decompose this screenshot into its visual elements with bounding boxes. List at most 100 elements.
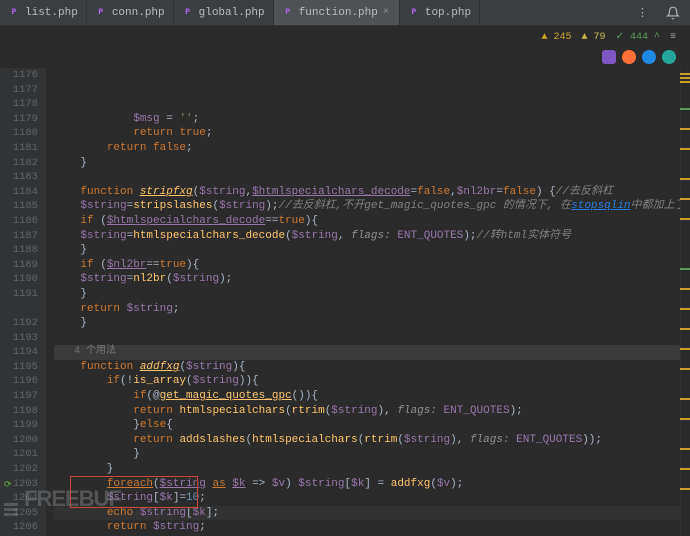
line-number[interactable]: 1186 (0, 214, 38, 229)
minimap-mark[interactable] (680, 398, 690, 400)
code-line[interactable]: return true; (54, 126, 680, 141)
minimap-mark[interactable] (680, 108, 690, 110)
code-line[interactable]: }else{ (54, 418, 680, 433)
minimap-mark[interactable] (680, 448, 690, 450)
warnings-badge[interactable]: ▲ 245 (542, 32, 572, 43)
minimap-mark[interactable] (680, 148, 690, 150)
tab-overflow-icon[interactable]: ⋮ (629, 0, 656, 25)
code-line[interactable]: $msg = ''; (54, 112, 680, 127)
minimap-mark[interactable] (680, 368, 690, 370)
code-line[interactable]: return htmlspecialchars(rtrim($string), … (54, 404, 680, 419)
minimap-mark[interactable] (680, 468, 690, 470)
minimap-mark[interactable] (680, 348, 690, 350)
code-line[interactable]: } (54, 243, 680, 258)
code-line[interactable]: return false; (54, 141, 680, 156)
line-number[interactable]: 1202 (0, 462, 38, 477)
line-number[interactable]: 1192 (0, 316, 38, 331)
minimap-mark[interactable] (680, 218, 690, 220)
weak-warnings-badge[interactable]: ▲ 79 (582, 32, 606, 43)
line-number[interactable]: 1201 (0, 447, 38, 462)
code-line[interactable]: function addfxg($string){ (54, 360, 680, 375)
minimap-mark[interactable] (680, 73, 690, 75)
code-line[interactable]: } (54, 462, 680, 477)
line-number[interactable]: 1185 (0, 199, 38, 214)
minimap-mark[interactable] (680, 178, 690, 180)
line-number[interactable]: 1199 (0, 418, 38, 433)
line-number[interactable]: 1184 (0, 185, 38, 200)
line-number[interactable]: 1188 (0, 243, 38, 258)
line-number[interactable]: 1183 (0, 170, 38, 185)
line-number[interactable]: 1197 (0, 389, 38, 404)
code-line[interactable]: return addslashes(htmlspecialchars(rtrim… (54, 433, 680, 448)
tab-function-php[interactable]: Pfunction.php× (274, 0, 400, 25)
code-line[interactable]: if ($nl2br==true){ (54, 258, 680, 273)
line-number[interactable]: 1195 (0, 360, 38, 375)
line-number[interactable]: 1177 (0, 83, 38, 98)
code-line[interactable]: if(!is_array($string)){ (54, 374, 680, 389)
minimap-mark[interactable] (680, 488, 690, 490)
line-number[interactable]: 1181 (0, 141, 38, 156)
line-number[interactable]: 1193 (0, 331, 38, 346)
line-number[interactable]: 1198 (0, 404, 38, 419)
code-line[interactable]: echo $string[$k]; (54, 506, 680, 521)
code-line[interactable]: } (54, 447, 680, 462)
notifications-icon[interactable] (656, 0, 690, 25)
code-line[interactable]: $string=stripslashes($string);//去反斜杠,不开g… (54, 199, 680, 214)
safari-icon[interactable] (642, 50, 656, 64)
line-number[interactable]: 1191 (0, 287, 38, 302)
line-number[interactable]: 1187 (0, 229, 38, 244)
minimap-mark[interactable] (680, 288, 690, 290)
minimap-mark[interactable] (680, 198, 690, 200)
code-line[interactable]: } (54, 156, 680, 171)
line-number[interactable]: 1182 (0, 156, 38, 171)
line-number[interactable]: 1189 (0, 258, 38, 273)
minimap[interactable] (680, 68, 690, 536)
code-area[interactable]: $msg = ''; return true; return false; } … (46, 68, 680, 536)
code-line[interactable]: return $string; (54, 520, 680, 535)
code-line[interactable] (54, 170, 680, 185)
code-line[interactable]: foreach($string as $k => $v) $string[$k]… (54, 477, 680, 492)
code-line[interactable]: $string=htmlspecialchars_decode($string,… (54, 229, 680, 244)
code-line[interactable]: if(@get_magic_quotes_gpc()){ (54, 389, 680, 404)
minimap-mark[interactable] (680, 81, 690, 83)
line-number[interactable]: 1178 (0, 97, 38, 112)
code-line[interactable]: return $string; (54, 302, 680, 317)
code-line[interactable]: $string=nl2br($string); (54, 272, 680, 287)
line-number[interactable]: 1196 (0, 374, 38, 389)
tab-conn-php[interactable]: Pconn.php (87, 0, 174, 25)
php-file-icon: P (282, 7, 294, 19)
minimap-mark[interactable] (680, 128, 690, 130)
edge-icon[interactable] (662, 50, 676, 64)
php-file-icon: P (408, 7, 420, 19)
line-number[interactable]: 1200 (0, 433, 38, 448)
code-line[interactable]: function stripfxg($string,$htmlspecialch… (54, 185, 680, 200)
tab-top-php[interactable]: Ptop.php (400, 0, 480, 25)
line-number[interactable]: 1180 (0, 126, 38, 141)
minimap-mark[interactable] (680, 77, 690, 79)
browser-icons-row (0, 48, 690, 68)
minimap-mark[interactable] (680, 418, 690, 420)
tab-bar: Plist.phpPconn.phpPglobal.phpPfunction.p… (0, 0, 690, 26)
code-line[interactable]: } (54, 316, 680, 331)
line-number[interactable]: 1190 (0, 272, 38, 287)
code-line[interactable]: } (54, 287, 680, 302)
tab-global-php[interactable]: Pglobal.php (174, 0, 274, 25)
editor: ⟳ 11761177117811791180118111821183118411… (0, 68, 690, 536)
line-number[interactable]: 1176 (0, 68, 38, 83)
tab-list-php[interactable]: Plist.php (0, 0, 87, 25)
lock-icon[interactable]: ≡ (670, 32, 676, 43)
code-line[interactable]: if ($htmlspecialchars_decode==true){ (54, 214, 680, 229)
minimap-mark[interactable] (680, 328, 690, 330)
line-number[interactable]: 1206 (0, 520, 38, 535)
ide-icon[interactable] (602, 50, 616, 64)
code-line[interactable]: $string[$k]=10; (54, 491, 680, 506)
line-number[interactable]: 1179 (0, 112, 38, 127)
minimap-mark[interactable] (680, 308, 690, 310)
line-number[interactable]: 1194 (0, 345, 38, 360)
usage-hint[interactable]: 4 个用法 (54, 345, 680, 360)
minimap-mark[interactable] (680, 268, 690, 270)
firefox-icon[interactable] (622, 50, 636, 64)
close-icon[interactable]: × (383, 7, 391, 18)
code-line[interactable] (54, 331, 680, 346)
ok-badge[interactable]: ✓ 444 ^ (616, 31, 660, 43)
